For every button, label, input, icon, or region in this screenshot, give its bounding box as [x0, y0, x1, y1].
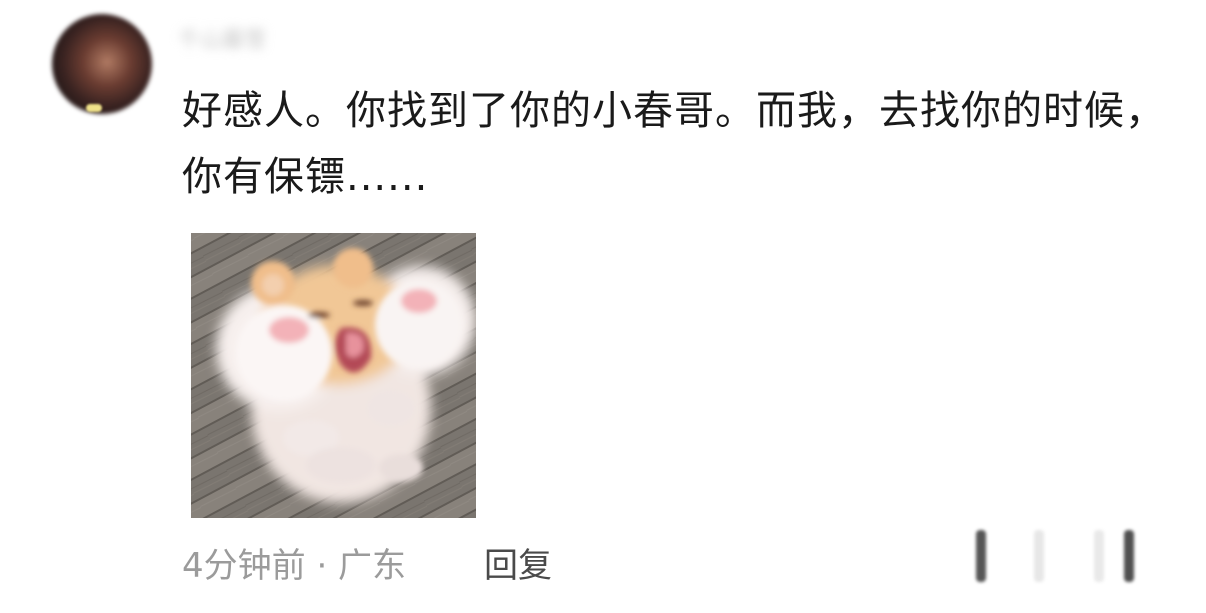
- avatar[interactable]: [52, 14, 152, 114]
- username[interactable]: 千山暮雪: [178, 22, 348, 53]
- like-icon[interactable]: [968, 530, 1148, 586]
- avatar-badge: [86, 104, 102, 112]
- hamster-sticker-image[interactable]: [191, 233, 476, 518]
- comment-text: 好感人。你找到了你的小春哥。而我，去找你的时候，你有保镖......: [182, 88, 1166, 200]
- comment-time-location: 4分钟前 · 广东: [182, 546, 407, 586]
- reply-button[interactable]: 回复: [484, 538, 552, 587]
